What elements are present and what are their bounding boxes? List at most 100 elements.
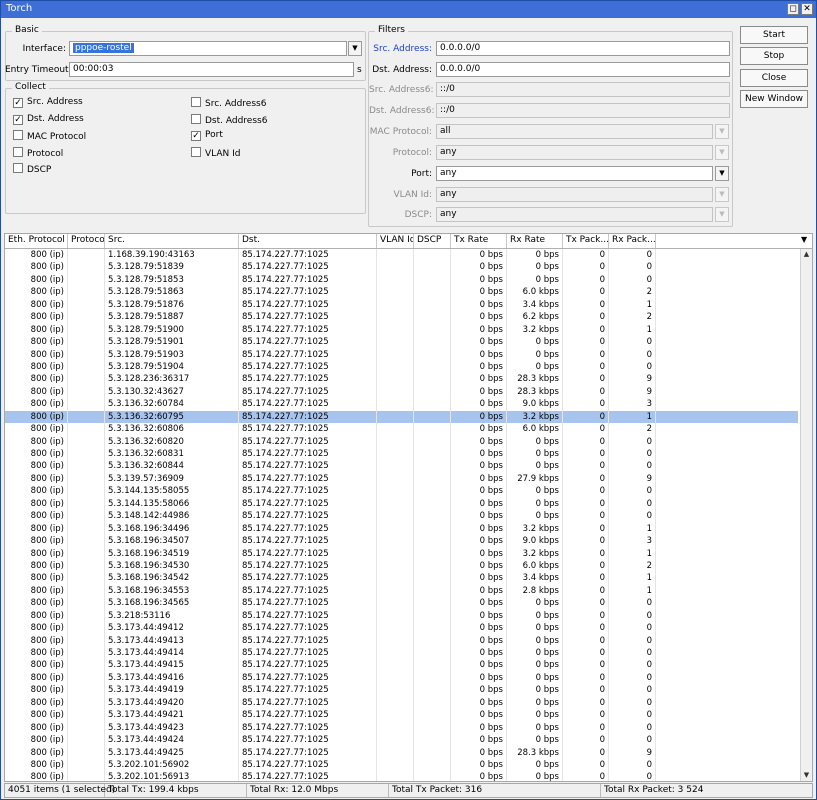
table-row[interactable]: 800 (ip) 5.3.173.44:49415 85.174.227.77:10… (5, 659, 798, 672)
close-window-button[interactable]: ✕ (801, 3, 813, 15)
port-field[interactable]: any (436, 166, 713, 181)
src-address6-field[interactable]: ::/0 (436, 82, 730, 97)
src-address-field[interactable]: 0.0.0.0/0 (436, 41, 730, 56)
col-rx-rate[interactable]: Rx Rate (507, 234, 563, 248)
collect-mac-protocol-checkbox[interactable]: MAC Protocol (13, 130, 86, 142)
vlan-id-dropdown-arrow[interactable]: ▼ (715, 187, 729, 202)
table-row[interactable]: 800 (ip) 5.3.148.142:44986 85.174.227.77:1… (5, 510, 798, 523)
collect-protocol-checkbox[interactable]: Protocol (13, 147, 63, 159)
dscp-field[interactable]: any (436, 207, 713, 222)
table-row[interactable]: 800 (ip) 5.3.136.32:60820 85.174.227.77:10… (5, 435, 798, 448)
cell-vlan-id (377, 448, 414, 461)
col-dscp[interactable]: DSCP (414, 234, 451, 248)
cell-src: 1.168.39.190:43163 (105, 249, 239, 262)
table-row[interactable]: 800 (ip) 5.3.218:53116 85.174.227.77:1025 0… (5, 609, 798, 623)
col-dst[interactable]: Dst. (239, 234, 377, 248)
table-row[interactable]: 800 (ip) 5.3.144.135:58055 85.174.227.77:1… (5, 485, 798, 498)
col-vlan-id[interactable]: VLAN Id (377, 234, 414, 248)
table-row[interactable]: 800 (ip) 5.3.136.32:60784 85.174.227.77:10… (5, 398, 798, 411)
vlan-id-field[interactable]: any (436, 187, 713, 202)
vertical-scrollbar[interactable]: ▲ ▼ (800, 249, 812, 781)
column-menu-icon[interactable]: ▼ (801, 235, 807, 244)
new-window-button[interactable]: New Window (740, 90, 808, 108)
cell-rx-packets: 1 (609, 522, 656, 536)
table-row[interactable]: 800 (ip) 5.3.128.79:51839 85.174.227.77:10… (5, 261, 798, 274)
start-button[interactable]: Start (740, 26, 808, 44)
mac-protocol-dropdown-arrow[interactable]: ▼ (715, 124, 729, 139)
collect-src-address6-checkbox[interactable]: Src. Address6 (191, 97, 266, 109)
table-row[interactable]: 800 (ip) 5.3.168.196:34565 85.174.227.77:1… (5, 597, 798, 610)
interface-dropdown-arrow[interactable]: ▼ (348, 41, 362, 56)
collect-dst-address6-checkbox[interactable]: Dst. Address6 (191, 114, 267, 126)
table-row[interactable]: 800 (ip) 5.3.128.79:51863 85.174.227.77:10… (5, 286, 798, 299)
table-row[interactable]: 800 (ip) 5.3.168.196:34519 85.174.227.77:1… (5, 547, 798, 560)
collect-dscp-checkbox[interactable]: DSCP (13, 163, 51, 175)
table-row[interactable]: 800 (ip) 5.3.173.44:49412 85.174.227.77:10… (5, 622, 798, 635)
cell-eth-protocol: 800 (ip) (5, 721, 68, 735)
collect-src-address-checkbox[interactable]: ✓ Src. Address (13, 97, 83, 108)
table-row[interactable]: 800 (ip) 5.3.144.135:58066 85.174.227.77:1… (5, 497, 798, 511)
collect-vlan-id-checkbox[interactable]: VLAN Id (191, 147, 241, 159)
table-row[interactable]: 800 (ip) 5.3.136.32:60795 85.174.227.77:10… (5, 410, 798, 424)
table-row[interactable]: 800 (ip) 5.3.168.196:34496 85.174.227.77:1… (5, 522, 798, 536)
table-row[interactable]: 800 (ip) 5.3.139.57:36909 85.174.227.77:10… (5, 472, 798, 486)
dscp-dropdown-arrow[interactable]: ▼ (715, 207, 729, 222)
table-row[interactable]: 800 (ip) 5.3.173.44:49425 85.174.227.77:10… (5, 746, 798, 759)
col-protocol[interactable]: Protocol (68, 234, 105, 248)
stop-button[interactable]: Stop (740, 47, 808, 65)
cell-dscp (414, 410, 451, 424)
table-row[interactable]: 800 (ip) 5.3.173.44:49424 85.174.227.77:10… (5, 734, 798, 747)
col-tx-rate[interactable]: Tx Rate (451, 234, 507, 248)
table-row[interactable]: 800 (ip) 5.3.173.44:49416 85.174.227.77:10… (5, 671, 798, 685)
protocol-dropdown-arrow[interactable]: ▼ (715, 145, 729, 160)
table-row[interactable]: 800 (ip) 5.3.136.32:60844 85.174.227.77:10… (5, 460, 798, 473)
table-row[interactable]: 800 (ip) 5.3.173.44:49423 85.174.227.77:10… (5, 721, 798, 735)
table-row[interactable]: 800 (ip) 5.3.130.32:43627 85.174.227.77:10… (5, 385, 798, 399)
table-row[interactable]: 800 (ip) 5.3.128.79:51903 85.174.227.77:10… (5, 348, 798, 361)
table-row[interactable]: 800 (ip) 5.3.168.196:34530 85.174.227.77:1… (5, 559, 798, 573)
scroll-up-icon[interactable]: ▲ (801, 249, 812, 260)
table-row[interactable]: 800 (ip) 5.3.202.101:56913 85.174.227.77:1… (5, 771, 798, 781)
table-row[interactable]: 800 (ip) 5.3.128.79:51901 85.174.227.77:10… (5, 336, 798, 349)
table-row[interactable]: 800 (ip) 5.3.128.79:51853 85.174.227.77:10… (5, 273, 798, 287)
port-dropdown-arrow[interactable]: ▼ (715, 166, 729, 181)
table-row[interactable]: 800 (ip) 5.3.202.101:56902 85.174.227.77:1… (5, 758, 798, 772)
src-address6-label: Src. Address6: (369, 85, 434, 95)
col-tx-packets[interactable]: Tx Pack... (563, 234, 609, 248)
collect-port-checkbox[interactable]: ✓ Port (191, 130, 223, 141)
dst-address6-field[interactable]: ::/0 (436, 103, 730, 118)
protocol-field[interactable]: any (436, 145, 713, 160)
col-src[interactable]: Src. (105, 234, 239, 248)
table-row[interactable]: 800 (ip) 5.3.128.79:51900 85.174.227.77:10… (5, 323, 798, 337)
table-row[interactable]: 800 (ip) 5.3.173.44:49413 85.174.227.77:10… (5, 634, 798, 647)
table-row[interactable]: 800 (ip) 5.3.173.44:49420 85.174.227.77:10… (5, 696, 798, 710)
table-row[interactable]: 800 (ip) 5.3.128.79:51876 85.174.227.77:10… (5, 298, 798, 312)
col-rx-packets[interactable]: Rx Pack... (609, 234, 656, 248)
entry-timeout-field[interactable]: 00:00:03 (69, 62, 354, 77)
table-row[interactable]: 800 (ip) 1.168.39.190:43163 85.174.227.77:… (5, 249, 798, 262)
table-row[interactable]: 800 (ip) 5.3.168.196:34542 85.174.227.77:1… (5, 572, 798, 585)
cell-src: 5.3.173.44:49415 (105, 659, 239, 672)
close-button[interactable]: Close (740, 69, 808, 87)
table-row[interactable]: 800 (ip) 5.3.168.196:34507 85.174.227.77:1… (5, 535, 798, 548)
table-row[interactable]: 800 (ip) 5.3.173.44:49419 85.174.227.77:10… (5, 684, 798, 697)
title-bar[interactable]: Torch ◻ ✕ (1, 1, 816, 18)
table-row[interactable]: 800 (ip) 5.3.128.79:51904 85.174.227.77:10… (5, 360, 798, 374)
interface-field[interactable]: pppoe-rostel (69, 41, 347, 56)
table-row[interactable]: 800 (ip) 5.3.136.32:60806 85.174.227.77:10… (5, 423, 798, 436)
table-row[interactable]: 800 (ip) 5.3.173.44:49421 85.174.227.77:10… (5, 709, 798, 722)
cell-tx-rate: 0 bps (451, 298, 507, 312)
mac-protocol-field[interactable]: all (436, 124, 713, 139)
table-row[interactable]: 800 (ip) 5.3.173.44:49414 85.174.227.77:10… (5, 647, 798, 660)
restore-button[interactable]: ◻ (787, 3, 799, 15)
cell-vlan-id (377, 472, 414, 486)
scroll-down-icon[interactable]: ▼ (801, 770, 812, 781)
collect-dst-address-checkbox[interactable]: ✓ Dst. Address (13, 114, 84, 125)
table-row[interactable]: 800 (ip) 5.3.168.196:34553 85.174.227.77:1… (5, 584, 798, 598)
cell-rx-rate: 0 bps (507, 460, 563, 473)
dst-address-field[interactable]: 0.0.0.0/0 (436, 62, 730, 77)
col-eth-protocol[interactable]: Eth. Protocol (5, 234, 68, 248)
table-row[interactable]: 800 (ip) 5.3.128.236:36317 85.174.227.77:1… (5, 373, 798, 386)
table-row[interactable]: 800 (ip) 5.3.128.79:51887 85.174.227.77:10… (5, 311, 798, 324)
table-row[interactable]: 800 (ip) 5.3.136.32:60831 85.174.227.77:10… (5, 448, 798, 461)
